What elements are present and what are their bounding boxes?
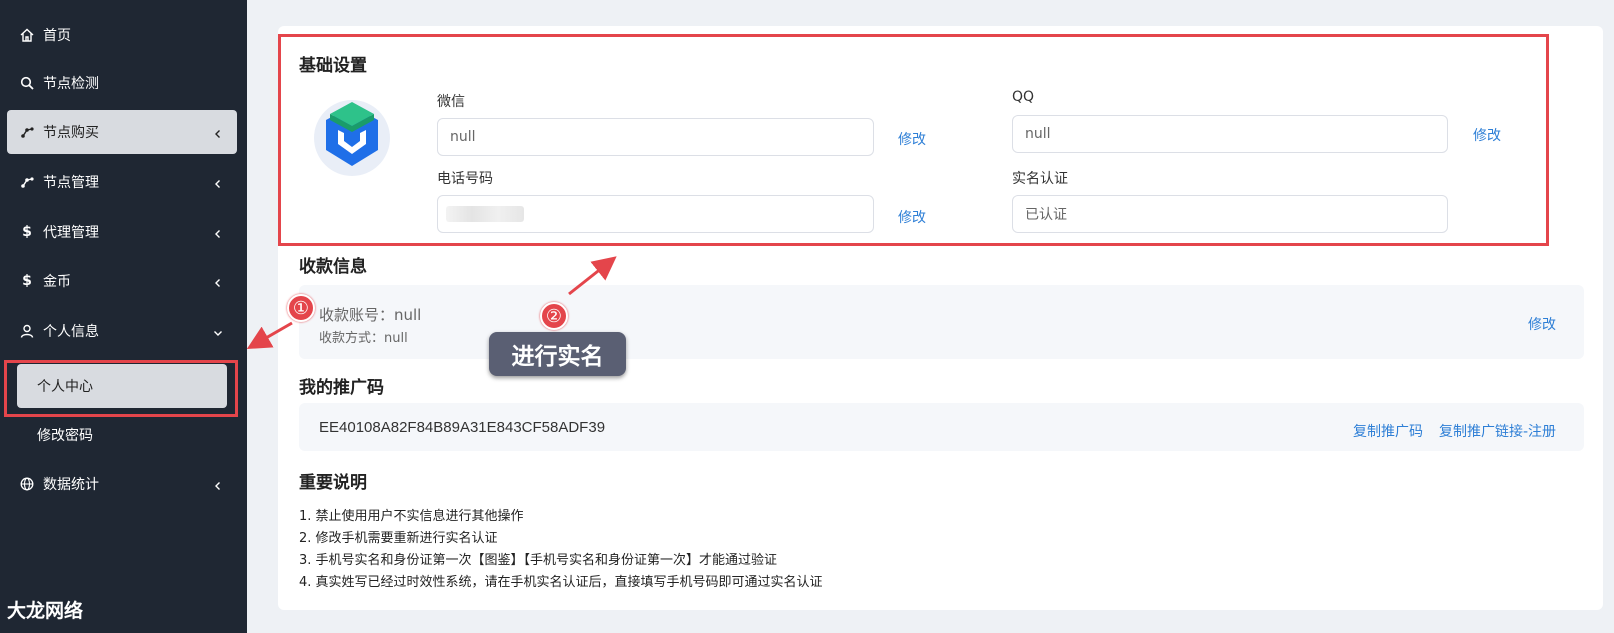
section-title-payment: 收款信息 xyxy=(299,257,367,277)
sidebar-item-personal-info[interactable]: 个人信息 xyxy=(7,309,237,353)
copy-promo-link-link[interactable]: 复制推广链接-注册 xyxy=(1439,421,1556,441)
note-item: 4. 真实姓写已经过时效性系统，请在手机实名认证后，直接填写手机号码即可通过实名… xyxy=(299,575,823,590)
sidebar-item-label: 数据统计 xyxy=(43,477,99,493)
chevron-left-icon xyxy=(213,479,223,490)
sidebar-item-statistics[interactable]: 数据统计 xyxy=(7,462,237,506)
annotation-highlight-basic-settings xyxy=(278,34,1549,246)
dollar-icon: $ xyxy=(22,224,32,240)
annotation-step-1: ① xyxy=(287,294,315,322)
sidebar-subitem-label: 修改密码 xyxy=(37,428,93,444)
copy-promo-code-link[interactable]: 复制推广码 xyxy=(1353,421,1423,441)
annotation-label: 进行实名 xyxy=(489,332,626,376)
chevron-down-icon xyxy=(213,326,223,336)
chevron-left-icon xyxy=(213,177,223,188)
dollar-icon: $ xyxy=(22,273,32,289)
section-title-notes: 重要说明 xyxy=(299,473,367,493)
sidebar-item-node-purchase[interactable]: 节点购买 xyxy=(7,110,237,154)
sidebar-item-label: 金币 xyxy=(43,274,71,290)
sidebar-item-label: 节点购买 xyxy=(43,125,99,141)
sidebar-item-label: 代理管理 xyxy=(43,225,99,241)
note-item: 1. 禁止使用用户不实信息进行其他操作 xyxy=(299,509,524,524)
globe-icon xyxy=(19,476,35,492)
payment-method: 收款方式：null xyxy=(319,331,408,346)
section-title-promo: 我的推广码 xyxy=(299,378,384,398)
home-icon xyxy=(19,27,35,43)
node-icon xyxy=(19,174,35,190)
payment-edit-link[interactable]: 修改 xyxy=(1528,314,1556,334)
node-icon xyxy=(19,124,35,140)
sidebar-item-node-management[interactable]: 节点管理 xyxy=(7,160,237,204)
chevron-left-icon xyxy=(213,127,223,138)
sidebar-item-node-check[interactable]: 节点检测 xyxy=(7,61,237,105)
sidebar-item-label: 节点检测 xyxy=(43,76,99,92)
annotation-step-2: ② xyxy=(540,302,568,330)
sidebar-item-home[interactable]: 首页 xyxy=(7,13,237,57)
sidebar-item-label: 个人信息 xyxy=(43,324,99,340)
sidebar-subitem-change-password[interactable]: 修改密码 xyxy=(17,413,227,457)
promo-code: EE40108A82F84B89A31E843CF58ADF39 xyxy=(319,419,606,436)
user-icon xyxy=(19,323,35,339)
annotation-highlight-personal-center xyxy=(4,360,238,417)
sidebar-item-label: 首页 xyxy=(43,28,71,44)
chevron-left-icon xyxy=(213,227,223,238)
sidebar-item-proxy-management[interactable]: $ 代理管理 xyxy=(7,210,237,254)
note-item: 3. 手机号实名和身份证第一次【图鉴】【手机号实名和身份证第一次】才能通过验证 xyxy=(299,553,778,568)
chevron-left-icon xyxy=(213,276,223,287)
sidebar-item-label: 节点管理 xyxy=(43,175,99,191)
search-icon xyxy=(19,75,35,91)
payment-account: 收款账号：null xyxy=(319,306,422,324)
sidebar-item-coins[interactable]: $ 金币 xyxy=(7,259,237,303)
note-item: 2. 修改手机需要重新进行实名认证 xyxy=(299,531,498,546)
brand-name: 大龙网络 xyxy=(7,600,84,622)
sidebar: 首页 节点检测 节点购买 节点管理 $ 代理管理 $ 金币 个人信息 个人中心 … xyxy=(0,0,247,633)
